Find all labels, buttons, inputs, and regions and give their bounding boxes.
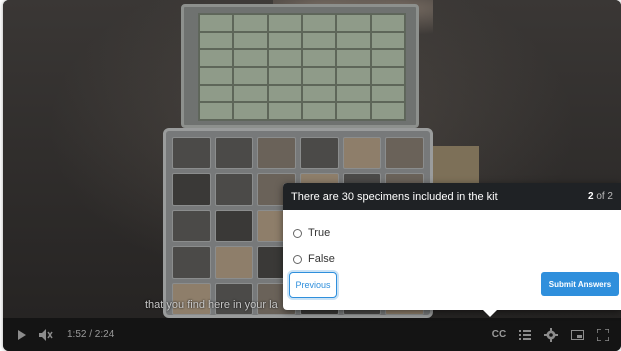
gear-icon[interactable] (541, 325, 561, 345)
quiz-options: True False (283, 210, 621, 272)
option-false-label: False (308, 253, 335, 265)
video-caption: that you find here in your la (145, 299, 278, 311)
previous-button[interactable]: Previous (289, 272, 337, 298)
option-false[interactable]: False (293, 246, 611, 272)
play-icon[interactable] (11, 324, 33, 346)
volume-muted-icon[interactable] (35, 324, 57, 346)
quiz-panel: There are 30 specimens included in the k… (283, 183, 621, 310)
quiz-progress-current: 2 (587, 191, 594, 202)
chapters-icon[interactable] (515, 325, 535, 345)
fullscreen-icon[interactable] (593, 325, 613, 345)
option-true[interactable]: True (293, 220, 611, 246)
quiz-footer: Previous Submit Answers (283, 272, 621, 302)
specimen-card (433, 146, 479, 186)
specimen-chart-lid (181, 4, 419, 128)
quiz-pointer (483, 310, 497, 317)
option-true-label: True (308, 227, 331, 239)
submit-answers-button[interactable]: Submit Answers (541, 272, 619, 296)
captions-button[interactable]: CC (489, 325, 509, 345)
time-display: 1:52 / 2:24 (67, 329, 115, 340)
quiz-progress-total: of 2 (596, 191, 613, 202)
radio-false[interactable] (293, 254, 302, 264)
specimen-chart-sheet (198, 13, 406, 121)
player-controls: 1:52 / 2:24 CC (3, 318, 621, 351)
picture-in-picture-icon[interactable] (567, 325, 587, 345)
quiz-question: There are 30 specimens included in the k… (291, 190, 498, 203)
radio-true[interactable] (293, 228, 302, 238)
quiz-header: There are 30 specimens included in the k… (283, 183, 621, 210)
quiz-progress: 2 of 2 (588, 191, 613, 202)
right-controls: CC (489, 325, 613, 345)
